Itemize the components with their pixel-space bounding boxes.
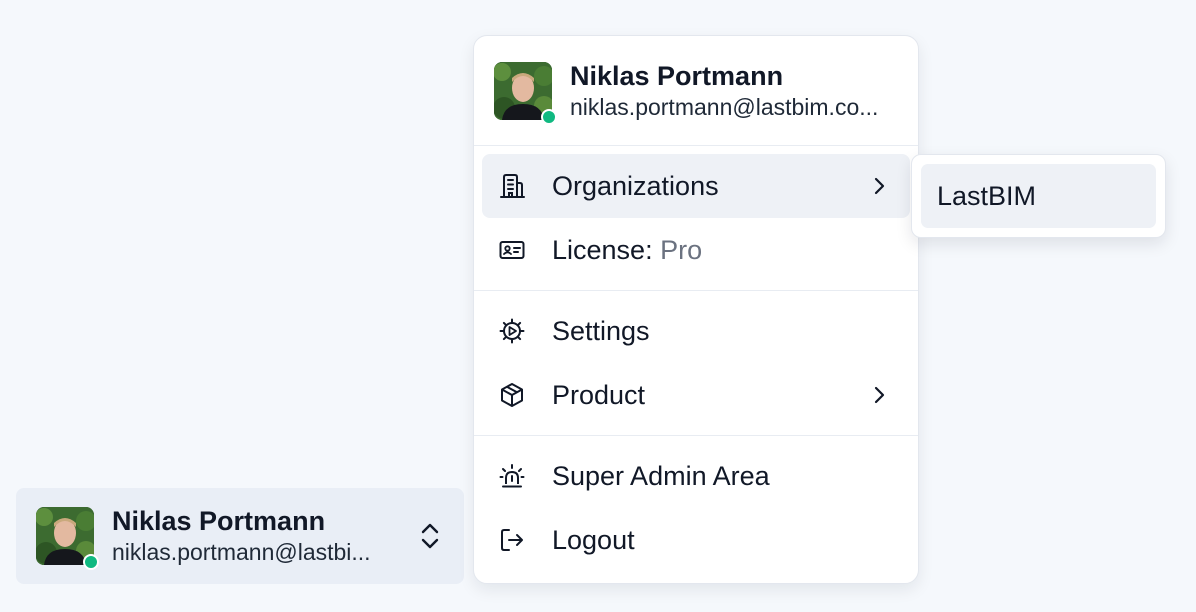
menu-item-super-admin[interactable]: Super Admin Area: [482, 444, 910, 508]
menu-item-label: Product: [552, 379, 646, 410]
chevron-right-icon: [874, 177, 885, 195]
menu-item-label: Settings: [552, 315, 650, 346]
id-card-icon: [499, 241, 525, 259]
menu-item-organizations[interactable]: Organizations: [482, 154, 910, 218]
menu-item-license[interactable]: License: Pro: [482, 218, 910, 282]
user-email: niklas.portmann@lastbi...: [112, 539, 371, 565]
user-name: Niklas Portmann: [112, 506, 326, 536]
menu-item-product[interactable]: Product: [482, 363, 910, 427]
avatar: [494, 61, 557, 125]
gear-icon: [499, 318, 525, 344]
stage: Niklas Portmann niklas.portmann@lastbi..…: [0, 0, 1196, 612]
menu-item-label: License: Pro: [552, 235, 894, 266]
user-switcher-button[interactable]: Niklas Portmann niklas.portmann@lastbi..…: [16, 488, 464, 584]
submenu-item-organization[interactable]: LastBIM: [921, 164, 1156, 228]
user-name: Niklas Portmann: [570, 60, 784, 91]
building-icon: [500, 174, 525, 198]
online-status-dot: [541, 108, 557, 125]
box-icon: [501, 383, 523, 407]
menu-item-label: Logout: [552, 524, 635, 555]
menu-item-logout[interactable]: Logout: [482, 508, 910, 572]
menu-group-app: Settings Product: [474, 290, 918, 435]
menu-group-account: Organizations License: Pro: [474, 146, 918, 290]
user-info: Niklas Portmann niklas.portmann@lastbim.…: [570, 60, 898, 122]
user-email: niklas.portmann@lastbim.co...: [570, 93, 879, 120]
license-label: License:: [552, 234, 653, 265]
menu-header: Niklas Portmann niklas.portmann@lastbim.…: [474, 36, 918, 146]
user-info: Niklas Portmann niklas.portmann@lastbi..…: [112, 505, 404, 567]
license-value: Pro: [660, 234, 703, 265]
chevron-right-icon: [874, 386, 885, 404]
chevron-up-down-icon: [421, 523, 439, 549]
menu-item-label: Organizations: [552, 170, 719, 201]
organizations-submenu: LastBIM: [911, 154, 1166, 238]
siren-icon: [499, 464, 525, 488]
menu-group-admin: Super Admin Area Logout: [474, 435, 918, 580]
menu-item-settings[interactable]: Settings: [482, 299, 910, 363]
logout-icon: [501, 529, 523, 551]
menu-item-label: Super Admin Area: [552, 460, 770, 491]
user-dropdown-menu: Niklas Portmann niklas.portmann@lastbim.…: [473, 35, 919, 584]
avatar: [36, 507, 99, 570]
online-status-dot: [83, 554, 99, 570]
